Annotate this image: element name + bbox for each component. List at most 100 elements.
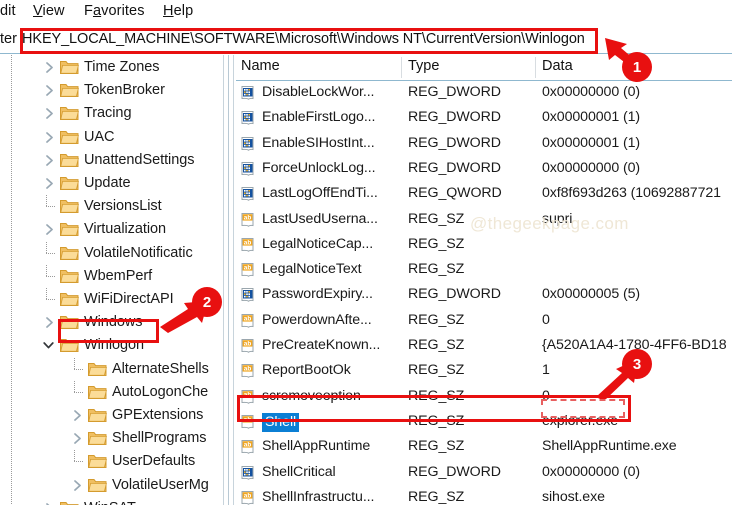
tree-item-userdefaults[interactable]: UserDefaults [0, 450, 222, 473]
value-name[interactable]: ShellInfrastructu... [262, 489, 374, 505]
folder-icon [88, 408, 107, 423]
chevron-right-icon[interactable] [42, 497, 56, 505]
value-name[interactable]: Shell [262, 413, 300, 432]
chevron-right-icon[interactable] [42, 172, 56, 195]
menu-item-favorites[interactable]: Favorites [84, 3, 145, 19]
column-header-data[interactable]: Data [542, 58, 573, 74]
value-name[interactable]: EnableSIHostInt... [262, 135, 375, 151]
tree-item-tracing[interactable]: Tracing [0, 102, 222, 125]
value-type: REG_DWORD [408, 464, 501, 480]
list-column-header[interactable]: Name Type Data [236, 55, 732, 80]
tree-item-time-zones[interactable]: Time Zones [0, 56, 222, 79]
table-row[interactable]: PasswordExpiry... REG_DWORD 0x00000005 (5) [236, 283, 732, 308]
tree-item-wifidirectapi[interactable]: WiFiDirectAPI [0, 288, 222, 311]
chevron-right-icon[interactable] [42, 102, 56, 125]
address-bar-path[interactable]: HKEY_LOCAL_MACHINE\SOFTWARE\Microsoft\Wi… [22, 31, 585, 47]
tree-item-winsat[interactable]: WinSAT [0, 497, 222, 505]
value-name[interactable]: LegalNoticeCap... [262, 236, 373, 252]
table-row[interactable]: ab Shell REG_SZ explorer.exe [236, 410, 732, 435]
column-divider-name-type[interactable] [401, 57, 402, 78]
tree-item-label: ShellPrograms [112, 430, 207, 446]
table-row[interactable]: ab ShellInfrastructu... REG_SZ sihost.exe [236, 486, 732, 505]
panel-splitter[interactable] [223, 55, 235, 505]
table-row[interactable]: ab LastUsedUserna... REG_SZ supri [236, 208, 732, 233]
reg-sz-icon: ab [241, 338, 258, 355]
column-header-name[interactable]: Name [241, 58, 280, 74]
value-name[interactable]: LastUsedUserna... [262, 211, 378, 227]
tree-item-virtualization[interactable]: Virtualization [0, 218, 222, 241]
value-data: 0x00000001 (1) [542, 135, 640, 151]
tree-item-alternateshells[interactable]: AlternateShells [0, 358, 222, 381]
value-name[interactable]: ForceUnlockLog... [262, 160, 376, 176]
svg-text:ab: ab [244, 417, 252, 424]
menu-item-help[interactable]: Help [163, 3, 193, 19]
table-row[interactable]: DisableLockWor... REG_DWORD 0x00000000 (0) [236, 81, 732, 106]
column-divider-type-data[interactable] [535, 57, 536, 78]
table-row[interactable]: ForceUnlockLog... REG_DWORD 0x00000000 (0) [236, 157, 732, 182]
menu-item-edit[interactable]: dit [0, 3, 16, 19]
value-name[interactable]: PasswordExpiry... [262, 286, 373, 302]
value-name[interactable]: ShellAppRuntime [262, 438, 370, 454]
address-bar[interactable]: ter HKEY_LOCAL_MACHINE\SOFTWARE\Microsof… [0, 27, 732, 53]
tree-item-volatilenotificatic[interactable]: VolatileNotificatic [0, 242, 222, 265]
value-name[interactable]: LegalNoticeText [262, 261, 362, 277]
tree-connector [42, 195, 56, 218]
table-row[interactable]: ab LegalNoticeCap... REG_SZ [236, 233, 732, 258]
svg-text:ab: ab [244, 240, 252, 247]
chevron-right-icon[interactable] [70, 404, 84, 427]
value-name[interactable]: DisableLockWor... [262, 84, 374, 100]
value-data: 0xf8f693d263 (10692887721 [542, 185, 721, 201]
chevron-right-icon[interactable] [42, 56, 56, 79]
value-name[interactable]: LastLogOffEndTi... [262, 185, 378, 201]
tree-item-windows[interactable]: Windows [0, 311, 222, 334]
column-header-type[interactable]: Type [408, 58, 439, 74]
chevron-right-icon[interactable] [70, 427, 84, 450]
tree-item-tokenbroker[interactable]: TokenBroker [0, 79, 222, 102]
tree-item-update[interactable]: Update [0, 172, 222, 195]
chevron-right-icon[interactable] [42, 79, 56, 102]
tree-item-autologonche[interactable]: AutoLogonChe [0, 381, 222, 404]
tree-item-wbemperf[interactable]: WbemPerf [0, 265, 222, 288]
tree-item-winlogon[interactable]: Winlogon [0, 334, 222, 357]
value-name[interactable]: EnableFirstLogo... [262, 109, 375, 125]
value-data: 0x00000000 (0) [542, 464, 640, 480]
menu-item-view[interactable]: View [33, 3, 65, 19]
tree-item-label: TokenBroker [84, 82, 165, 98]
tree-item-unattendsettings[interactable]: UnattendSettings [0, 149, 222, 172]
tree-item-uac[interactable]: UAC [0, 126, 222, 149]
table-row[interactable]: LastLogOffEndTi... REG_QWORD 0xf8f693d263 … [236, 182, 732, 207]
value-data: ShellAppRuntime.exe [542, 438, 677, 454]
reg-sz-icon: ab [241, 237, 258, 254]
table-row[interactable]: ab scremoveoption REG_SZ 0 [236, 385, 732, 410]
value-name[interactable]: PreCreateKnown... [262, 337, 380, 353]
value-type: REG_DWORD [408, 286, 501, 302]
chevron-right-icon[interactable] [42, 126, 56, 149]
tree-item-gpextensions[interactable]: GPExtensions [0, 404, 222, 427]
value-name[interactable]: ShellCritical [262, 464, 336, 480]
reg-sz-icon: ab [241, 490, 258, 505]
value-name[interactable]: PowerdownAfte... [262, 312, 372, 328]
value-type: REG_DWORD [408, 160, 501, 176]
chevron-right-icon[interactable] [42, 149, 56, 172]
table-row[interactable]: ab ReportBootOk REG_SZ 1 [236, 359, 732, 384]
value-name[interactable]: scremoveoption [262, 388, 361, 404]
tree-item-volatileusermg[interactable]: VolatileUserMg [0, 474, 222, 497]
table-row[interactable]: EnableFirstLogo... REG_DWORD 0x00000001 (1… [236, 106, 732, 131]
table-row[interactable]: EnableSIHostInt... REG_DWORD 0x00000001 (1… [236, 132, 732, 157]
value-data: 0x00000000 (0) [542, 84, 640, 100]
table-row[interactable]: ShellCritical REG_DWORD 0x00000000 (0) [236, 461, 732, 486]
chevron-right-icon[interactable] [70, 474, 84, 497]
tree-item-shellprograms[interactable]: ShellPrograms [0, 427, 222, 450]
registry-values-panel[interactable]: Name Type Data DisableLockWor... REG_DWOR… [236, 55, 732, 505]
value-name[interactable]: ReportBootOk [262, 362, 351, 378]
table-row[interactable]: ab PreCreateKnown... REG_SZ {A520A1A4-1780-… [236, 334, 732, 359]
table-row[interactable]: ab ShellAppRuntime REG_SZ ShellAppRuntime.e… [236, 435, 732, 460]
chevron-right-icon[interactable] [42, 311, 56, 334]
registry-tree-panel[interactable]: Time Zones TokenBroker Tracing UAC UnattendS… [0, 55, 222, 505]
table-row[interactable]: ab PowerdownAfte... REG_SZ 0 [236, 309, 732, 334]
tree-item-versionslist[interactable]: VersionsList [0, 195, 222, 218]
reg-dword-icon [241, 85, 258, 102]
chevron-right-icon[interactable] [42, 218, 56, 241]
chevron-down-icon[interactable] [41, 334, 55, 357]
table-row[interactable]: ab LegalNoticeText REG_SZ [236, 258, 732, 283]
